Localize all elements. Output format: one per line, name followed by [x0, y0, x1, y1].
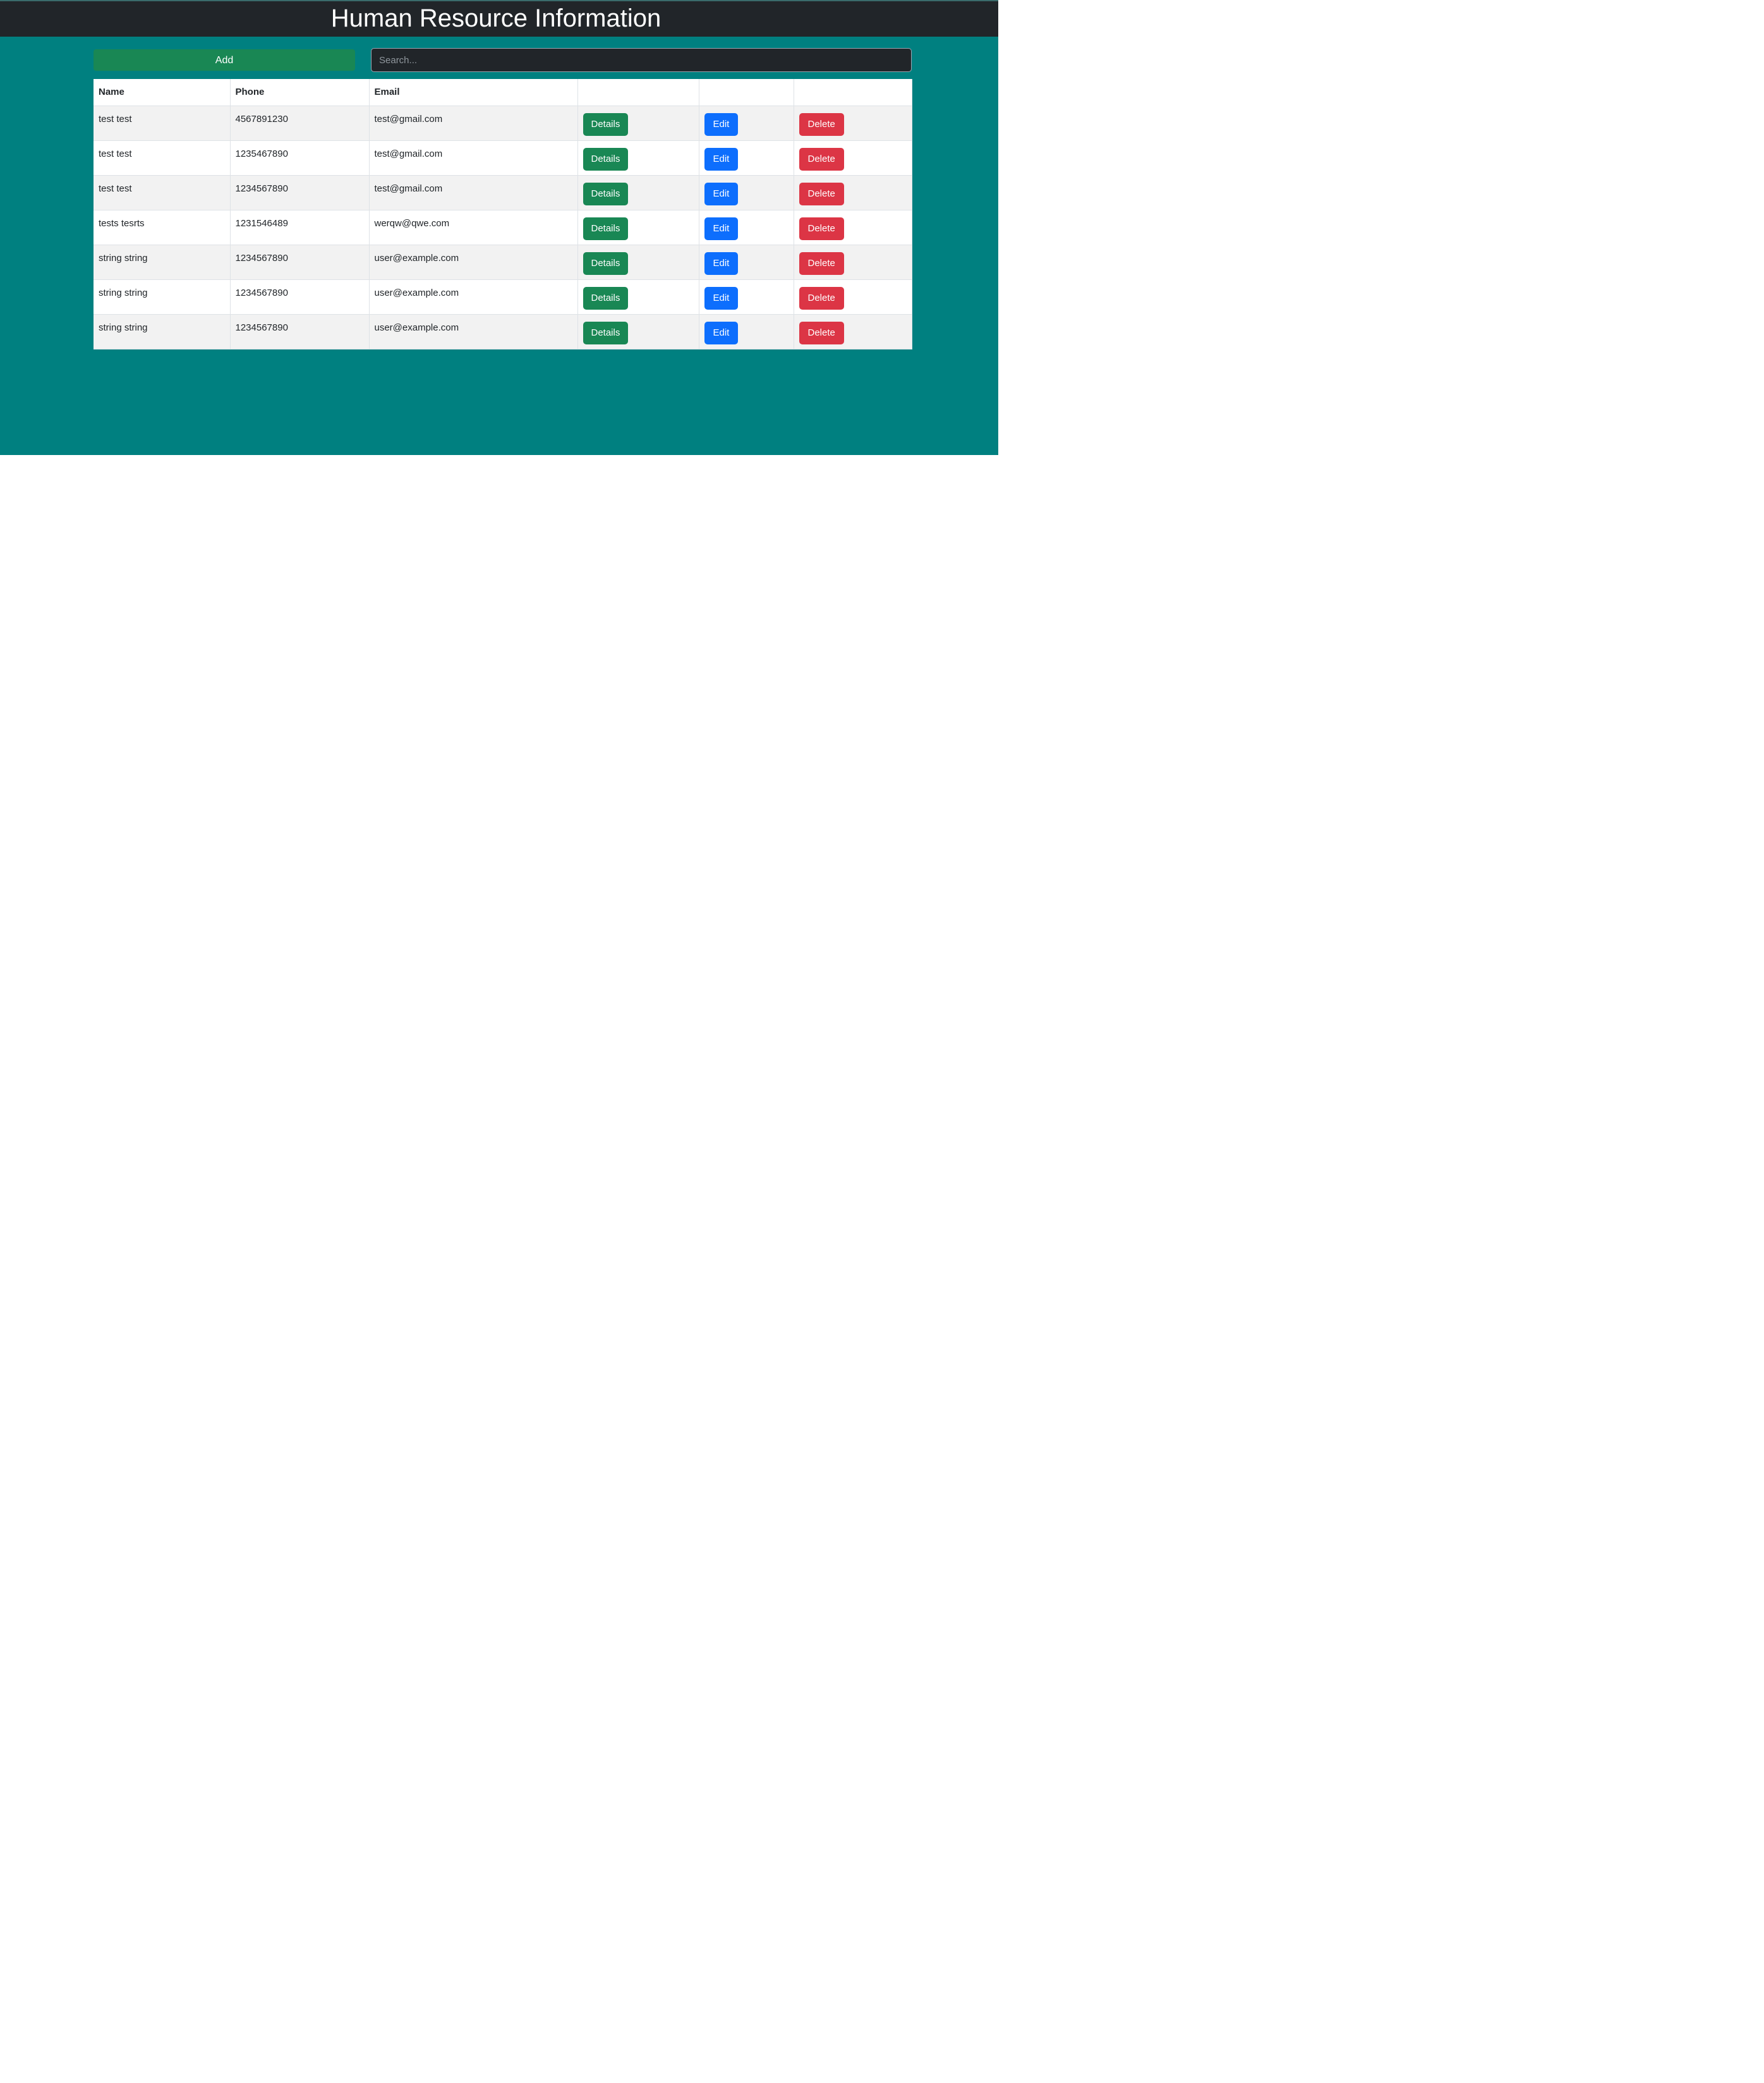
- column-header-details: [577, 79, 699, 106]
- details-button[interactable]: Details: [583, 148, 629, 171]
- cell-name: string string: [94, 314, 231, 349]
- edit-button[interactable]: Edit: [704, 183, 739, 205]
- column-header-phone: Phone: [230, 79, 370, 106]
- search-input[interactable]: [371, 48, 912, 72]
- delete-button[interactable]: Delete: [799, 287, 844, 310]
- cell-delete: Delete: [794, 140, 912, 176]
- edit-button[interactable]: Edit: [704, 148, 739, 171]
- cell-name: tests tesrts: [94, 210, 231, 245]
- details-button[interactable]: Details: [583, 252, 629, 275]
- cell-phone: 1234567890: [230, 314, 370, 349]
- column-header-delete: [794, 79, 912, 106]
- delete-button[interactable]: Delete: [799, 217, 844, 240]
- cell-email: werqw@qwe.com: [369, 210, 578, 245]
- employee-table: Name Phone Email test test 4567891230 te…: [94, 79, 912, 349]
- table-row: string string 1234567890 user@example.co…: [94, 245, 912, 280]
- cell-edit: Edit: [699, 210, 794, 245]
- edit-button[interactable]: Edit: [704, 322, 739, 344]
- cell-delete: Delete: [794, 106, 912, 141]
- cell-email: test@gmail.com: [369, 175, 578, 210]
- cell-phone: 1235467890: [230, 140, 370, 176]
- cell-name: test test: [94, 106, 231, 141]
- delete-button[interactable]: Delete: [799, 148, 844, 171]
- table-row: test test 1234567890 test@gmail.com Deta…: [94, 175, 912, 210]
- cell-details: Details: [577, 279, 699, 315]
- cell-phone: 1234567890: [230, 245, 370, 280]
- table-row: string string 1234567890 user@example.co…: [94, 279, 912, 315]
- cell-email: user@example.com: [369, 279, 578, 315]
- cell-delete: Delete: [794, 314, 912, 349]
- cell-edit: Edit: [699, 106, 794, 141]
- cell-delete: Delete: [794, 210, 912, 245]
- cell-phone: 1234567890: [230, 175, 370, 210]
- delete-button[interactable]: Delete: [799, 322, 844, 344]
- cell-edit: Edit: [699, 279, 794, 315]
- cell-edit: Edit: [699, 245, 794, 280]
- cell-details: Details: [577, 245, 699, 280]
- cell-name: string string: [94, 245, 231, 280]
- details-button[interactable]: Details: [583, 183, 629, 205]
- cell-details: Details: [577, 140, 699, 176]
- edit-button[interactable]: Edit: [704, 252, 739, 275]
- cell-name: test test: [94, 140, 231, 176]
- cell-delete: Delete: [794, 279, 912, 315]
- cell-email: test@gmail.com: [369, 106, 578, 141]
- details-button[interactable]: Details: [583, 322, 629, 344]
- delete-button[interactable]: Delete: [799, 183, 844, 205]
- column-header-edit: [699, 79, 794, 106]
- delete-button[interactable]: Delete: [799, 252, 844, 275]
- cell-details: Details: [577, 314, 699, 349]
- add-button[interactable]: Add: [94, 49, 355, 71]
- cell-phone: 1234567890: [230, 279, 370, 315]
- cell-delete: Delete: [794, 245, 912, 280]
- cell-details: Details: [577, 175, 699, 210]
- cell-edit: Edit: [699, 175, 794, 210]
- cell-phone: 1231546489: [230, 210, 370, 245]
- cell-delete: Delete: [794, 175, 912, 210]
- cell-email: user@example.com: [369, 245, 578, 280]
- details-button[interactable]: Details: [583, 217, 629, 240]
- cell-edit: Edit: [699, 314, 794, 349]
- cell-phone: 4567891230: [230, 106, 370, 141]
- page-title: Human Resource Information: [330, 4, 662, 32]
- edit-button[interactable]: Edit: [704, 217, 739, 240]
- edit-button[interactable]: Edit: [704, 113, 739, 136]
- cell-edit: Edit: [699, 140, 794, 176]
- details-button[interactable]: Details: [583, 113, 629, 136]
- cell-details: Details: [577, 210, 699, 245]
- table-row: string string 1234567890 user@example.co…: [94, 314, 912, 349]
- table-row: test test 4567891230 test@gmail.com Deta…: [94, 106, 912, 141]
- cell-name: test test: [94, 175, 231, 210]
- table-body: test test 4567891230 test@gmail.com Deta…: [94, 106, 912, 349]
- table-row: tests tesrts 1231546489 werqw@qwe.com De…: [94, 210, 912, 245]
- delete-button[interactable]: Delete: [799, 113, 844, 136]
- table-header-row: Name Phone Email: [94, 79, 912, 106]
- cell-details: Details: [577, 106, 699, 141]
- edit-button[interactable]: Edit: [704, 287, 739, 310]
- header-bar: Human Resource Information: [0, 0, 998, 37]
- table-row: test test 1235467890 test@gmail.com Deta…: [94, 140, 912, 176]
- column-header-email: Email: [369, 79, 578, 106]
- column-header-name: Name: [94, 79, 231, 106]
- cell-name: string string: [94, 279, 231, 315]
- cell-email: user@example.com: [369, 314, 578, 349]
- details-button[interactable]: Details: [583, 287, 629, 310]
- app-container: Human Resource Information Add Name Phon…: [0, 0, 998, 455]
- cell-email: test@gmail.com: [369, 140, 578, 176]
